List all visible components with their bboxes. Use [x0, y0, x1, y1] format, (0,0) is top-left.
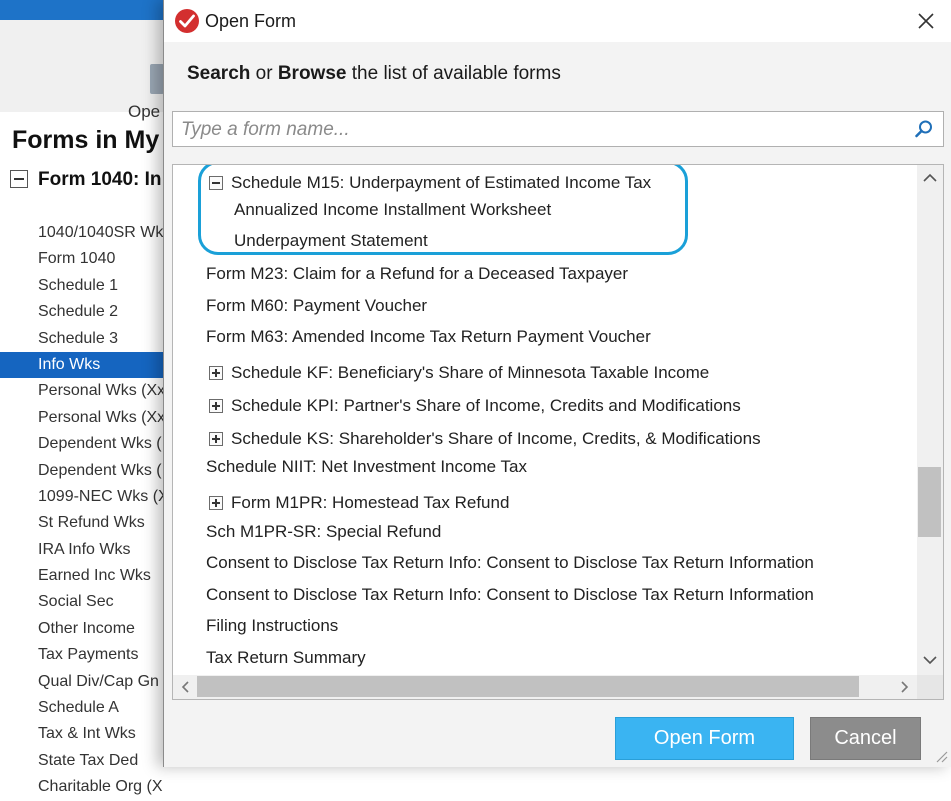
form-list-item-label: Annualized Income Installment Worksheet	[234, 200, 552, 219]
forms-tree-item[interactable]: IRA Info Wks	[0, 537, 170, 563]
forms-tree-item[interactable]: Dependent Wks (	[0, 458, 170, 484]
open-form-button[interactable]: Open Form	[615, 717, 794, 760]
search-icon[interactable]	[914, 119, 934, 139]
scrollbar-corner	[917, 675, 943, 699]
form-list-item-label: Consent to Disclose Tax Return Info: Con…	[206, 585, 814, 604]
form-list-item-label: Filing Instructions	[206, 616, 339, 635]
forms-tree-item[interactable]: State Tax Ded	[0, 748, 170, 774]
expand-icon[interactable]	[209, 366, 223, 380]
expand-icon[interactable]	[209, 432, 223, 446]
resize-grip-icon[interactable]	[934, 749, 948, 763]
cancel-button[interactable]: Cancel	[810, 717, 921, 760]
close-icon[interactable]	[918, 13, 934, 29]
form-list-item-label: Consent to Disclose Tax Return Info: Con…	[206, 553, 814, 572]
form-list-item-label: Form M60: Payment Voucher	[206, 296, 428, 315]
app-toolbar: Ope	[0, 20, 170, 121]
dialog-instruction: Search or Browse the list of available f…	[187, 63, 561, 85]
chevron-down-icon[interactable]	[921, 653, 939, 667]
forms-tree-item[interactable]: Qual Div/Cap Gn	[0, 669, 170, 695]
instruction-search-word: Search	[187, 63, 251, 84]
form-list-item-label: Form M23: Claim for a Refund for a Decea…	[206, 264, 629, 283]
collapse-icon[interactable]	[209, 176, 223, 190]
forms-tree-item[interactable]: Dependent Wks (	[0, 431, 170, 457]
close-button[interactable]	[909, 6, 943, 36]
instruction-rest: the list of available forms	[346, 63, 561, 84]
forms-tree-item[interactable]: 1099-NEC Wks (X	[0, 484, 170, 510]
instruction-browse-word: Browse	[277, 63, 347, 84]
form-list-item-label: Sch M1PR-SR: Special Refund	[206, 522, 442, 541]
red-checkmark-icon	[175, 9, 199, 33]
instruction-or-word: or	[250, 63, 278, 84]
forms-panel-title: Forms in My	[12, 126, 160, 154]
open-form-dialog: Open Form Search or Browse the list of a…	[163, 0, 951, 767]
forms-tree-item[interactable]: Personal Wks (Xx	[0, 378, 170, 404]
form-list-item-label: Underpayment Statement	[234, 231, 428, 250]
forms-tree-item[interactable]: Tax Payments	[0, 642, 170, 668]
dialog-title-bar: Open Form	[164, 0, 951, 42]
form-list-item-label: Form M1PR: Homestead Tax Refund	[231, 493, 510, 512]
forms-tree-list: 1040/1040SR Wks Form 1040 Schedule 1 Schedu…	[0, 220, 170, 801]
forms-tree-item[interactable]: Tax & Int Wks	[0, 721, 170, 747]
vertical-scrollbar[interactable]	[917, 165, 943, 675]
forms-tree-item[interactable]: Schedule 3	[0, 326, 170, 352]
open-folder-icon[interactable]	[150, 64, 164, 94]
chevron-left-icon[interactable]	[179, 680, 193, 694]
form-list-item-label: Schedule KF: Beneficiary's Share of Minn…	[231, 363, 710, 382]
forms-tree-item[interactable]: Schedule 1	[0, 273, 170, 299]
form-list-item-label: Schedule KS: Shareholder's Share of Inco…	[231, 429, 761, 448]
form-list-panel: Schedule M15: Underpayment of Estimated …	[172, 164, 944, 700]
forms-tree-item[interactable]: 1040/1040SR Wks	[0, 220, 170, 246]
form-list-item-label: Schedule KPI: Partner's Share of Income,…	[231, 396, 741, 415]
expand-icon[interactable]	[209, 496, 223, 510]
form-list-item-label: Schedule NIIT: Net Investment Income Tax	[206, 457, 527, 476]
forms-tree-item[interactable]: Form 1040	[0, 246, 170, 272]
forms-tree-item[interactable]: Info Wks	[0, 351, 170, 379]
forms-tree-item[interactable]: Other Income	[0, 616, 170, 642]
form-group-label: Form 1040: In	[38, 169, 162, 190]
forms-tree-item[interactable]: Personal Wks (Xx	[0, 405, 170, 431]
forms-tree-item[interactable]: Schedule A	[0, 695, 170, 721]
forms-tree-item[interactable]: Charitable Org (X	[0, 774, 170, 800]
chevron-up-icon[interactable]	[921, 171, 939, 185]
chevron-right-icon[interactable]	[897, 680, 911, 694]
forms-tree-item[interactable]: St Refund Wks	[0, 510, 170, 536]
search-input[interactable]	[173, 112, 913, 148]
forms-tree-item[interactable]: Earned Inc Wks	[0, 563, 170, 589]
search-box[interactable]	[172, 111, 944, 148]
toolbar-open-label[interactable]: Ope	[128, 102, 160, 122]
horizontal-scroll-thumb[interactable]	[197, 676, 859, 697]
vertical-scroll-thumb[interactable]	[918, 467, 941, 537]
form-list-item-label: Form M63: Amended Income Tax Return Paym…	[206, 327, 651, 346]
forms-tree-item[interactable]: Schedule 2	[0, 299, 170, 325]
dialog-title: Open Form	[205, 11, 297, 31]
expand-icon[interactable]	[209, 399, 223, 413]
form-list-item-label: Schedule M15: Underpayment of Estimated …	[231, 173, 652, 192]
collapse-icon[interactable]	[10, 170, 28, 188]
horizontal-scrollbar[interactable]	[173, 675, 917, 699]
form-list-item-label: Tax Return Summary	[206, 648, 366, 667]
forms-tree-item[interactable]: Social Sec	[0, 589, 170, 615]
